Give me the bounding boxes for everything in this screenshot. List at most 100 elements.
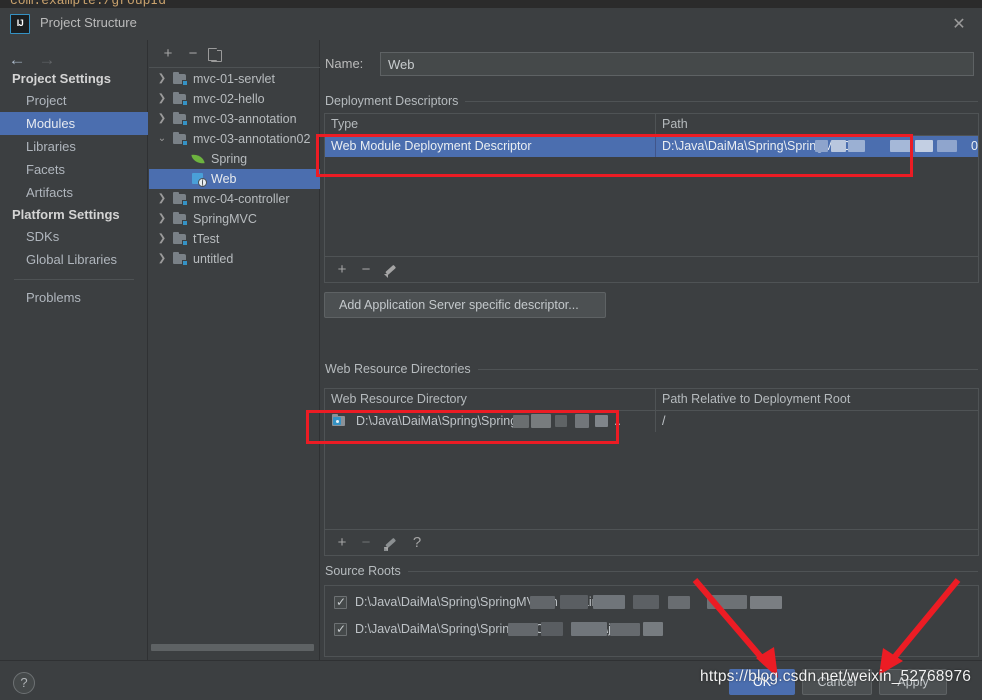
help-button[interactable]: ? <box>13 672 35 694</box>
sidebar-item-artifacts[interactable]: Artifacts <box>0 181 148 204</box>
redaction-block <box>555 415 567 427</box>
tree-node-untitled[interactable]: ❯ untitled <box>149 249 320 269</box>
chevron-right-icon[interactable]: ❯ <box>155 69 169 89</box>
redaction-block <box>593 595 625 609</box>
edit-descriptor-icon[interactable] <box>380 261 400 279</box>
chevron-right-icon[interactable]: ❯ <box>155 89 169 109</box>
dialog-title-bar: IJ Project Structure ✕ <box>0 8 982 40</box>
name-label: Name: <box>325 56 364 71</box>
chevron-right-icon[interactable]: ❯ <box>155 189 169 209</box>
cell-descriptor-type: Web Module Deployment Descriptor <box>331 139 532 153</box>
tree-node-springmvc[interactable]: ❯ SpringMVC <box>149 209 320 229</box>
redaction-block <box>633 595 659 609</box>
redaction-block <box>668 596 690 609</box>
column-header-path[interactable]: Path <box>656 114 978 135</box>
web-resource-directories-title: Web Resource Directories <box>325 362 478 376</box>
facet-name-input[interactable] <box>380 52 974 76</box>
add-application-server-descriptor-button[interactable]: Add Application Server specific descript… <box>324 292 606 318</box>
close-icon[interactable]: ✕ <box>942 11 976 39</box>
module-folder-icon <box>173 132 188 146</box>
redaction-block <box>571 622 607 636</box>
remove-module-button[interactable]: − <box>182 44 204 64</box>
cell-web-resource-directory-tail: .. <box>614 414 621 428</box>
source-root-row[interactable]: D:\Java\DaiMa\Spring\SpringMVC\ ain\jav <box>325 619 978 640</box>
deployment-descriptors-table: Type Path Web Module Deployment Descript… <box>324 113 979 283</box>
sidebar-item-global-libraries[interactable]: Global Libraries <box>0 248 148 271</box>
scrollbar-thumb[interactable] <box>151 644 314 651</box>
web-resource-help-button[interactable]: ? <box>407 534 427 552</box>
add-module-button[interactable]: + <box>157 44 179 64</box>
module-folder-icon <box>173 72 188 86</box>
redaction-block <box>530 596 555 609</box>
add-web-resource-button[interactable]: + <box>332 534 352 552</box>
chevron-right-icon[interactable]: ❯ <box>155 109 169 129</box>
sidebar-item-libraries[interactable]: Libraries <box>0 135 148 158</box>
copy-module-icon[interactable] <box>205 44 227 64</box>
sidebar-item-facets[interactable]: Facets <box>0 158 148 181</box>
module-folder-icon <box>173 192 188 206</box>
remove-descriptor-button[interactable]: − <box>356 261 376 279</box>
redaction-block <box>848 140 865 152</box>
source-root-checkbox[interactable] <box>334 620 347 639</box>
redaction-block <box>750 596 782 609</box>
cancel-button[interactable]: Cancel <box>802 669 872 695</box>
redaction-block <box>937 140 957 152</box>
table-row[interactable]: Web Module Deployment Descriptor D:\Java… <box>325 136 978 157</box>
edit-web-resource-icon[interactable] <box>380 534 400 552</box>
chevron-right-icon[interactable]: ❯ <box>155 209 169 229</box>
source-root-row[interactable]: D:\Java\DaiMa\Spring\SpringMVC\m \main <box>325 592 978 613</box>
redaction-block <box>643 622 663 636</box>
module-tree-toolbar: + − <box>149 40 320 68</box>
chevron-right-icon[interactable]: ❯ <box>155 249 169 269</box>
tree-node-mvc-03-annotation02[interactable]: ⌄ mvc-03-annotation02 <box>149 129 320 149</box>
tree-node-web-facet[interactable]: Web <box>149 169 320 189</box>
redaction-block <box>513 415 529 428</box>
source-roots-title: Source Roots <box>325 564 408 578</box>
module-folder-icon <box>173 112 188 126</box>
settings-nav-panel: ← → Project Settings Project Modules Lib… <box>0 40 148 660</box>
facet-name-row: Name: <box>325 52 977 76</box>
add-descriptor-button[interactable]: + <box>332 261 352 279</box>
tree-node-mvc-04-controller[interactable]: ❯ mvc-04-controller <box>149 189 320 209</box>
redaction-block <box>831 140 846 152</box>
tree-node-label: mvc-01-servlet <box>193 72 275 86</box>
spring-leaf-icon <box>191 153 205 165</box>
tree-node-label: mvc-03-annotation <box>193 112 297 126</box>
sidebar-item-modules[interactable]: Modules <box>0 112 148 135</box>
redaction-block <box>595 415 608 427</box>
redaction-block <box>707 595 747 609</box>
apply-button[interactable]: Apply <box>879 669 947 695</box>
table-header-row: Type Path <box>325 114 978 136</box>
tree-node-mvc-03-annotation[interactable]: ❯ mvc-03-annotation <box>149 109 320 129</box>
sidebar-item-problems[interactable]: Problems <box>0 286 148 309</box>
tree-node-mvc-02-hello[interactable]: ❯ mvc-02-hello <box>149 89 320 109</box>
table-row[interactable]: D:\Java\DaiMa\Spring\SpringM .. / <box>325 411 978 432</box>
ok-button[interactable]: OK <box>729 669 795 695</box>
redaction-block <box>560 595 588 609</box>
tree-node-label: mvc-03-annotation02 <box>193 132 311 146</box>
source-roots-list: D:\Java\DaiMa\Spring\SpringMVC\m \main D… <box>324 585 979 657</box>
column-header-type[interactable]: Type <box>325 114 655 135</box>
tree-node-ttest[interactable]: ❯ tTest <box>149 229 320 249</box>
web-resource-directories-table: Web Resource Directory Path Relative to … <box>324 388 979 556</box>
chevron-right-icon[interactable]: ❯ <box>155 229 169 249</box>
chevron-down-icon[interactable]: ⌄ <box>155 129 169 149</box>
tree-node-mvc-01-servlet[interactable]: ❯ mvc-01-servlet <box>149 69 320 89</box>
module-folder-icon <box>173 212 188 226</box>
redaction-block <box>541 622 563 636</box>
tree-node-spring-facet[interactable]: Spring <box>149 149 320 169</box>
module-tree-horizontal-scrollbar[interactable] <box>149 642 320 652</box>
section-divider-line <box>473 369 978 370</box>
source-root-checkbox[interactable] <box>334 593 347 612</box>
source-root-path: D:\Java\DaiMa\Spring\SpringMVC\m <box>355 595 558 609</box>
redaction-block <box>915 140 933 152</box>
column-header-relative-path[interactable]: Path Relative to Deployment Root <box>656 389 978 410</box>
column-header-web-resource-directory[interactable]: Web Resource Directory <box>325 389 655 410</box>
redaction-block <box>508 623 538 636</box>
sidebar-item-sdks[interactable]: SDKs <box>0 225 148 248</box>
module-tree-panel: + − ❯ mvc-01-servlet ❯ mvc-02-hello ❯ mv… <box>149 40 320 660</box>
background-code-text: com.example./groupId <box>10 0 167 8</box>
background-editor-sliver: com.example./groupId <box>0 0 982 8</box>
remove-web-resource-button[interactable]: − <box>356 534 376 552</box>
sidebar-item-project[interactable]: Project <box>0 89 148 112</box>
